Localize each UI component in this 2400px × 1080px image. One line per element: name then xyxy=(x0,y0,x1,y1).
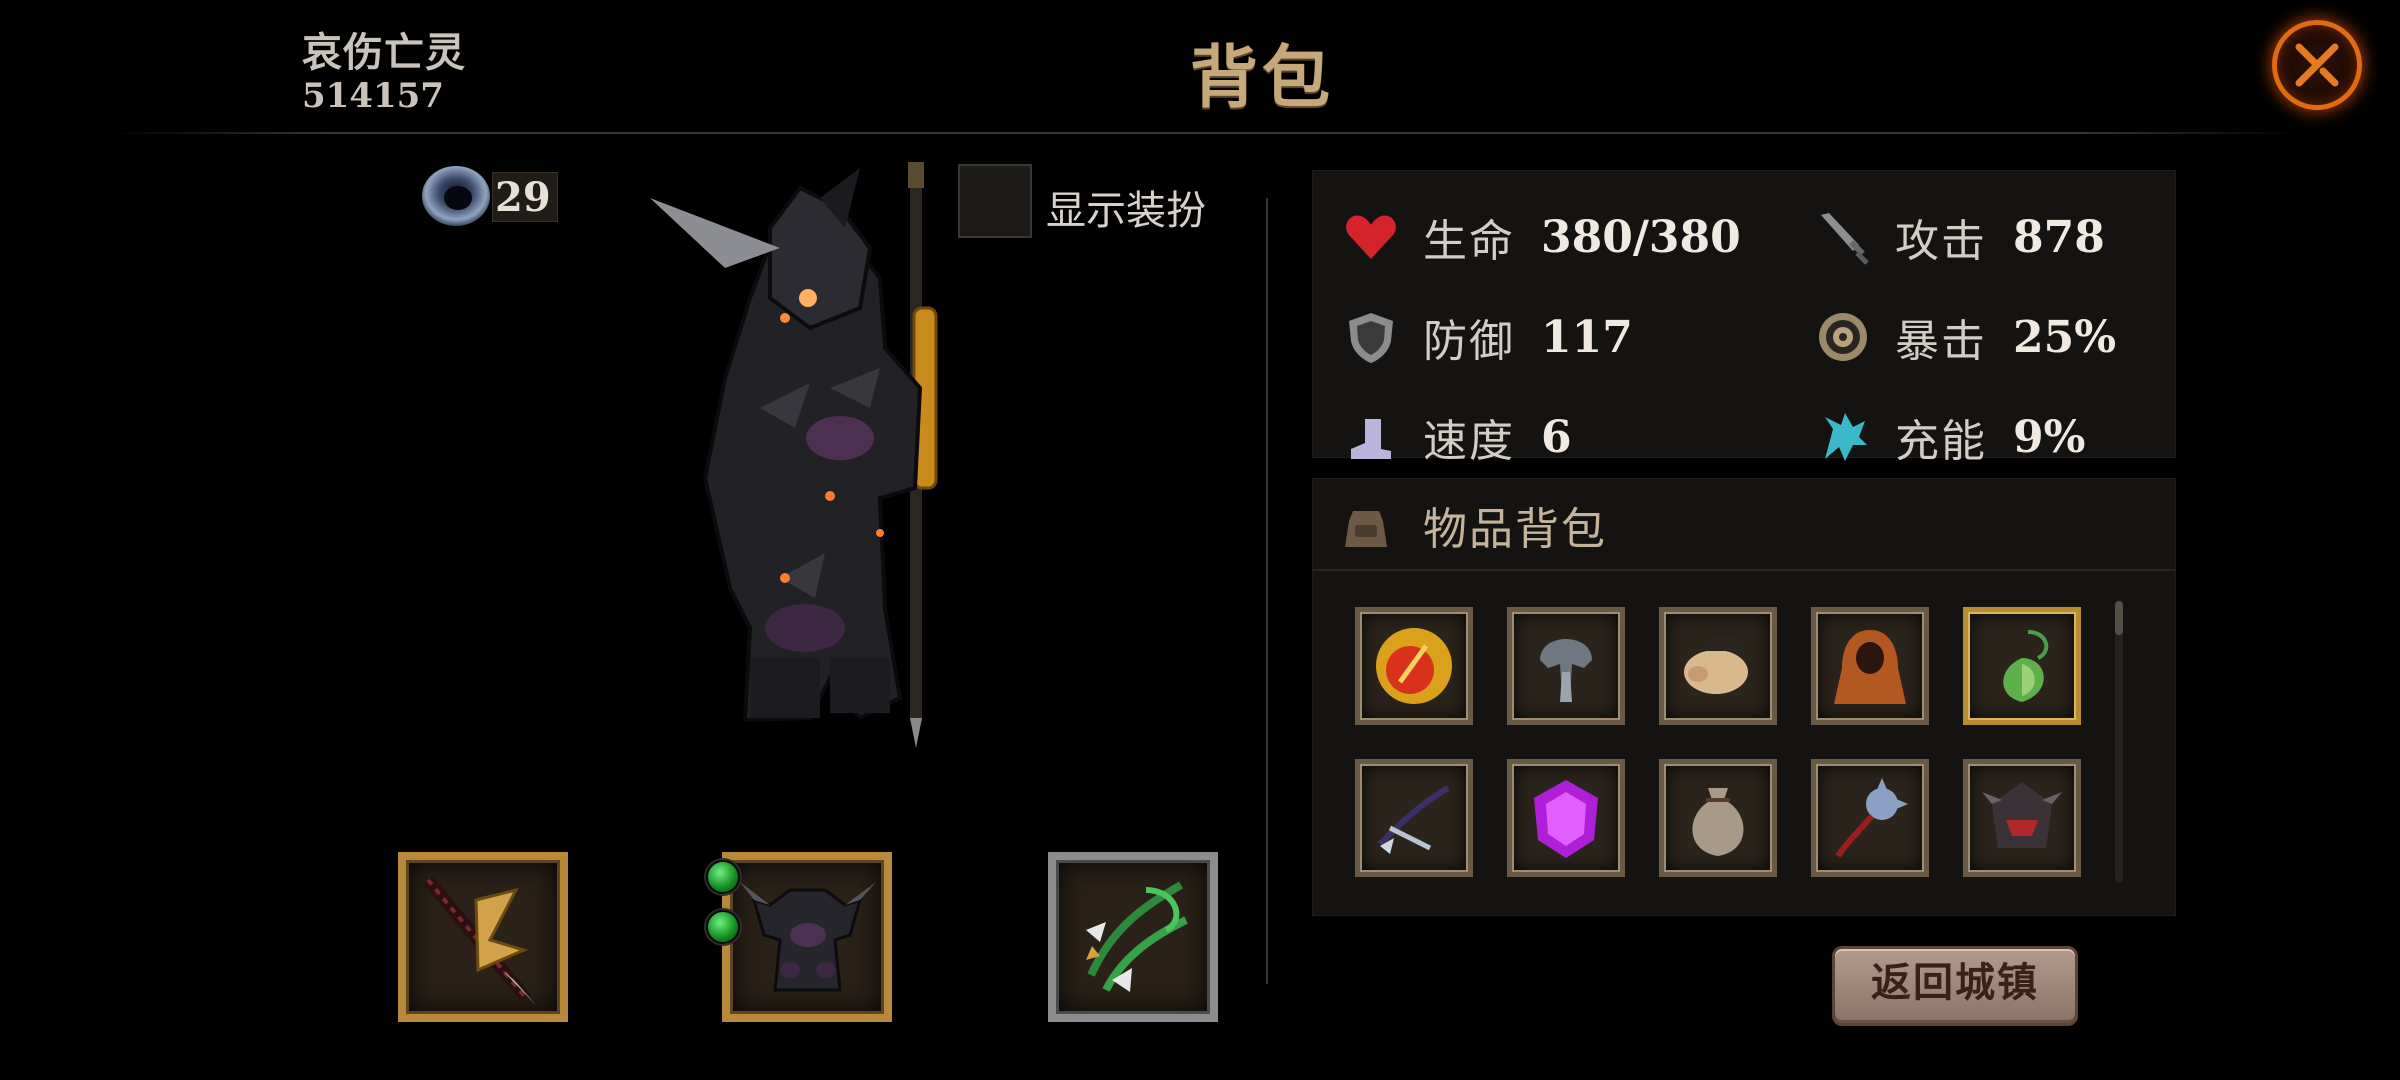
stat-def-label: 防御 xyxy=(1423,316,1515,367)
stat-energy-label: 充能 xyxy=(1895,416,1987,467)
purple-gem-icon xyxy=(1534,780,1598,858)
stat-atk: 攻击 878 xyxy=(1815,207,2105,267)
return-town-button[interactable]: 返回城镇 xyxy=(1832,946,2078,1026)
shield-icon xyxy=(1349,313,1393,363)
inventory-item[interactable] xyxy=(1963,759,2081,877)
orange-cloak-icon xyxy=(1834,630,1906,704)
stat-hp: 生命 380/380 xyxy=(1343,207,1741,267)
inventory-header: 物品背包 xyxy=(1313,479,2175,571)
portal-stone-count: 29 xyxy=(492,172,558,222)
socket-gem-2 xyxy=(706,910,740,944)
stat-hp-label: 生命 xyxy=(1423,216,1515,267)
crossbow-icon xyxy=(1377,785,1450,854)
green-amulet-icon xyxy=(2003,630,2049,702)
inventory-item[interactable] xyxy=(1355,759,1473,877)
stat-def: 防御 117 xyxy=(1343,307,1633,367)
stat-speed: 速度 6 xyxy=(1343,407,1572,467)
sack-icon xyxy=(1692,788,1744,856)
stat-energy-value: 9% xyxy=(2013,411,2086,463)
page-title: 背包 xyxy=(1190,38,1335,118)
inventory-item[interactable] xyxy=(1507,607,1625,725)
close-crossed-circle-icon xyxy=(2295,43,2339,87)
pig-icon xyxy=(1684,638,1748,694)
stat-crit: 暴击 25% xyxy=(1815,307,2116,367)
stats-panel: 生命 380/380 攻击 878 防御 117 暴击 25% 速度 6 充能 … xyxy=(1312,170,2176,467)
stat-atk-value: 878 xyxy=(2013,211,2105,263)
iron-helmet-icon xyxy=(1540,639,1592,702)
equip-slot-armor[interactable] xyxy=(722,852,892,1022)
dark-helm-icon xyxy=(1982,782,2062,848)
portal-stone-icon xyxy=(422,166,490,226)
stat-energy: 充能 9% xyxy=(1815,407,2085,467)
socket-gem-1 xyxy=(706,860,740,894)
heart-icon xyxy=(1346,215,1396,259)
stat-hp-value: 380/380 xyxy=(1541,211,1741,263)
inventory-panel: 物品背包 xyxy=(1312,478,2176,916)
inventory-item[interactable] xyxy=(1811,607,1929,725)
character-model[interactable] xyxy=(630,158,970,808)
inventory-item[interactable] xyxy=(1811,759,1929,877)
boot-icon xyxy=(1351,419,1391,459)
player-name: 哀伤亡灵 xyxy=(302,29,466,76)
inventory-scroll-thumb[interactable] xyxy=(2115,601,2123,635)
stat-def-value: 117 xyxy=(1541,311,1633,363)
panel-divider xyxy=(1266,198,1268,984)
show-costume-label: 显示装扮 xyxy=(1046,188,1206,234)
crit-target-icon xyxy=(1819,313,1867,361)
sword-icon xyxy=(1821,213,1869,265)
inventory-scrollbar[interactable] xyxy=(2115,601,2123,883)
energy-claw-icon xyxy=(1825,413,1867,461)
fire-orb-icon xyxy=(1376,628,1452,704)
spiked-flail-icon xyxy=(1835,778,1908,858)
close-button[interactable] xyxy=(2272,20,2362,110)
inventory-item[interactable] xyxy=(1963,607,2081,725)
portal-stone-counter: 29 xyxy=(418,158,560,230)
equip-slot-accessory[interactable] xyxy=(1048,852,1218,1022)
green-bow-charm-icon xyxy=(1086,881,1188,992)
equip-slot-weapon[interactable] xyxy=(398,852,568,1022)
stat-atk-label: 攻击 xyxy=(1895,216,1987,267)
dark-spiked-armor-icon xyxy=(740,882,876,992)
stat-speed-value: 6 xyxy=(1541,411,1572,463)
inventory-item[interactable] xyxy=(1659,759,1777,877)
bag-icon xyxy=(1345,511,1387,547)
header-divider xyxy=(110,132,2300,134)
inventory-item[interactable] xyxy=(1355,607,1473,725)
stat-crit-label: 暴击 xyxy=(1895,316,1987,367)
inventory-title: 物品背包 xyxy=(1423,504,1607,555)
inventory-item[interactable] xyxy=(1507,759,1625,877)
stat-speed-label: 速度 xyxy=(1423,416,1515,467)
inventory-item[interactable] xyxy=(1659,607,1777,725)
stat-crit-value: 25% xyxy=(2013,311,2117,363)
player-id: 514157 xyxy=(302,76,444,116)
dark-blade-weapon-icon xyxy=(423,876,536,1005)
